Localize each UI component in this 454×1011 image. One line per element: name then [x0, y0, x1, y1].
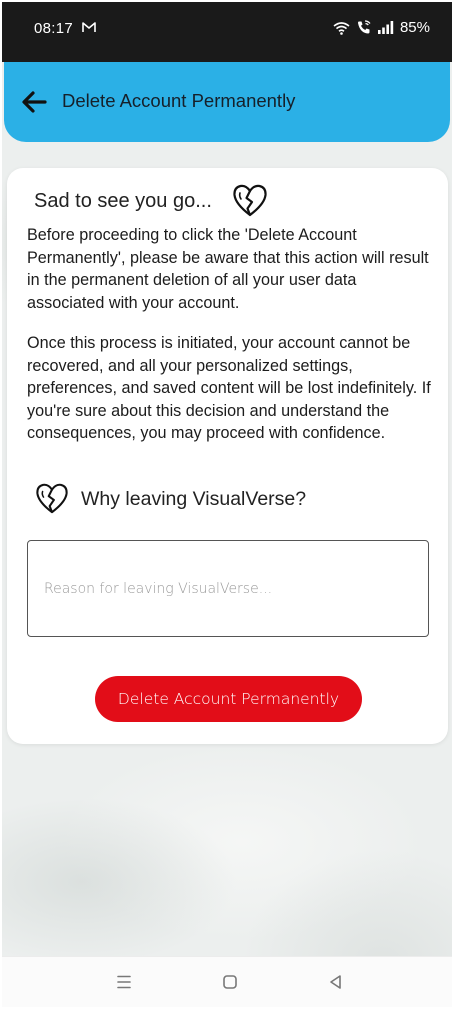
signal-icon	[377, 21, 394, 34]
page-title: Delete Account Permanently	[62, 90, 296, 111]
system-nav-bar	[2, 956, 452, 1007]
gmail-icon	[82, 22, 96, 32]
home-icon[interactable]	[219, 971, 241, 993]
status-time: 08:17	[34, 20, 74, 37]
reason-input[interactable]	[27, 540, 429, 637]
card-heading-text: Sad to see you go...	[34, 189, 212, 212]
why-leaving-row: Why leaving VisualVerse?	[35, 483, 306, 515]
back-triangle-icon[interactable]	[325, 971, 347, 993]
warning-paragraph: Before proceeding to click the 'Delete A…	[27, 226, 429, 312]
card-heading: Sad to see you go...	[34, 184, 268, 218]
broken-heart-icon	[233, 184, 267, 217]
app-screen: 08:17 85% Delete Account Permanently Sad…	[2, 2, 452, 1007]
status-indicators: 85%	[333, 19, 430, 36]
battery-percentage: 85%	[399, 19, 430, 36]
app-bar: Delete Account Permanently	[4, 62, 450, 142]
wifi-icon	[333, 21, 350, 35]
delete-account-button[interactable]: Delete Account Permanently	[95, 676, 362, 722]
why-leaving-label: Why leaving VisualVerse?	[81, 487, 307, 510]
status-bar: 08:17 85%	[2, 2, 452, 62]
wifi-call-icon	[357, 20, 371, 34]
recent-apps-icon[interactable]	[113, 971, 135, 993]
broken-heart-icon	[36, 483, 68, 514]
delete-account-card: Sad to see you go... Before proceeding t…	[7, 168, 448, 744]
consequence-paragraph: Once this process is initiated, your acc…	[27, 334, 431, 443]
arrow-left-icon[interactable]	[18, 86, 50, 118]
